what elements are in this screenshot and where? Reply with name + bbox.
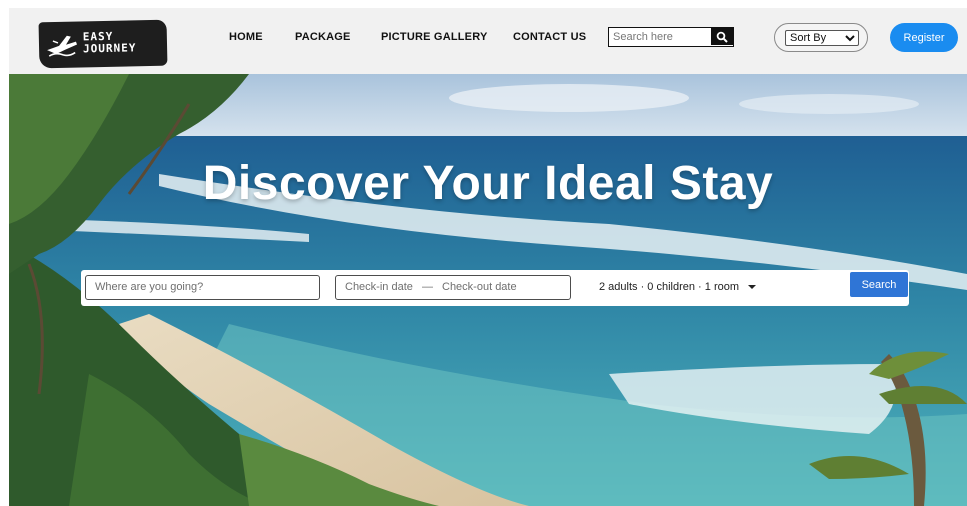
booking-search-bar: Where are you going? Check-in date — Che… — [81, 270, 909, 306]
logo[interactable]: EASY JOURNEY — [38, 19, 168, 69]
caret-down-icon — [748, 285, 757, 290]
guests-text: 2 adults · 0 children · 1 room — [599, 281, 740, 293]
nav-contact-us[interactable]: CONTACT US — [513, 31, 586, 43]
site-header: EASY JOURNEY HOME PACKAGE PICTURE GALLER… — [9, 8, 967, 74]
search-input[interactable] — [609, 28, 711, 45]
sort-select[interactable]: Sort By — [785, 30, 859, 46]
search-button[interactable] — [711, 28, 733, 45]
nav-home[interactable]: HOME — [229, 31, 263, 43]
airplane-icon — [47, 35, 78, 57]
page: EASY JOURNEY HOME PACKAGE PICTURE GALLER… — [9, 8, 967, 506]
search-icon — [716, 31, 728, 43]
checkout-date: Check-out date — [442, 281, 517, 293]
nav-package[interactable]: PACKAGE — [295, 31, 351, 43]
nav-picture-gallery[interactable]: PICTURE GALLERY — [381, 31, 488, 43]
sort-container: Sort By — [774, 23, 868, 52]
hero-title: Discover Your Ideal Stay — [202, 157, 774, 210]
date-separator: — — [421, 281, 433, 293]
booking-search-button[interactable]: Search — [850, 272, 908, 297]
guests-selector[interactable]: 2 adults · 0 children · 1 room — [599, 281, 757, 293]
destination-placeholder: Where are you going? — [95, 281, 204, 293]
date-range-input[interactable]: Check-in date — Check-out date — [335, 275, 571, 300]
logo-text: EASY JOURNEY — [82, 30, 137, 56]
register-button[interactable]: Register — [890, 23, 958, 52]
search-box — [608, 27, 734, 47]
destination-input[interactable]: Where are you going? — [85, 275, 320, 300]
hero-section: Discover Your Ideal Stay Where are you g… — [9, 74, 967, 506]
logo-line-2: JOURNEY — [82, 41, 137, 56]
checkin-date: Check-in date — [345, 281, 413, 293]
